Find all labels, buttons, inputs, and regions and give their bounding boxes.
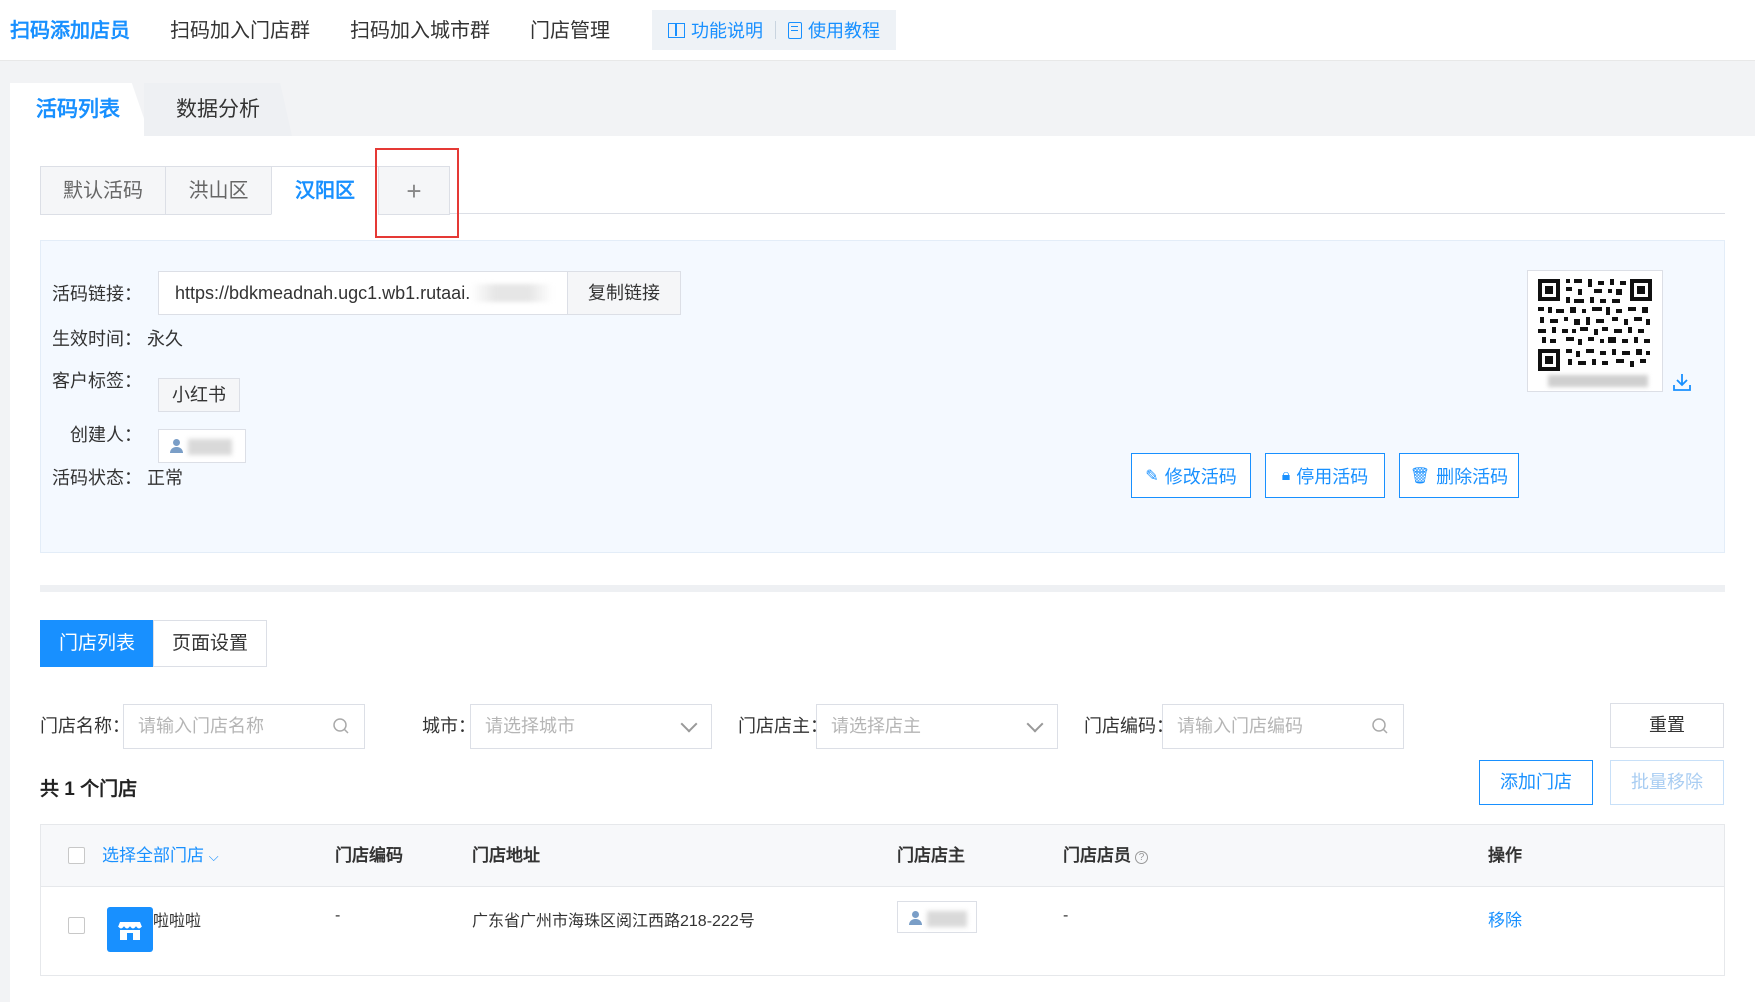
select-all-checkbox[interactable]: [68, 847, 85, 864]
edit-code-button[interactable]: ✎ 修改活码: [1131, 453, 1251, 498]
nav-store-management[interactable]: 门店管理: [530, 0, 610, 61]
search-icon: [333, 718, 349, 734]
row-checkbox[interactable]: [68, 917, 85, 934]
feature-description-button[interactable]: 功能说明: [668, 17, 763, 43]
storefront-icon: [117, 922, 143, 940]
edit-code-label: 修改活码: [1164, 466, 1237, 487]
tab-data-analysis[interactable]: 数据分析: [144, 83, 292, 136]
section-divider: [40, 585, 1725, 592]
link-redaction: [471, 284, 553, 302]
tab-page-settings[interactable]: 页面设置: [153, 620, 267, 667]
chevron-down-icon: [680, 715, 698, 733]
help-divider: [775, 21, 776, 39]
delete-code-button[interactable]: 🗑︎ 删除活码: [1399, 453, 1519, 498]
chevron-down-icon: ⌵: [208, 849, 219, 864]
person-icon: [909, 911, 922, 925]
customer-tag: 小红书: [158, 378, 240, 412]
nav-scan-join-store-group[interactable]: 扫码加入门店群: [170, 0, 310, 61]
code-tab-hongshan[interactable]: 洪山区: [165, 166, 272, 215]
qr-code: [1527, 270, 1663, 392]
customer-tag-label: 客户标签：: [52, 371, 142, 391]
tutorial-button[interactable]: 使用教程: [788, 17, 880, 43]
creator-name-redaction: [188, 439, 232, 455]
code-tab-default[interactable]: 默认活码: [40, 166, 166, 215]
code-link-value: https://bdkmeadnah.ugc1.wb1.rutaai.: [175, 283, 471, 303]
store-table: 选择全部门店 ⌵ 门店编码 门店地址 门店店主 门店店员? 操作 啦啦啦 - 广…: [40, 824, 1725, 976]
code-link-field[interactable]: https://bdkmeadnah.ugc1.wb1.rutaai.: [158, 271, 568, 315]
store-staff-value: -: [1063, 907, 1069, 924]
link-label: 活码链接：: [52, 284, 142, 304]
search-icon: [1372, 718, 1388, 734]
store-address-value: 广东省广州市海珠区阅江西路218-222号: [472, 913, 755, 930]
effective-time-value: 永久: [147, 329, 183, 349]
city-placeholder: 请选择城市: [485, 716, 575, 736]
code-tabs: 默认活码 洪山区 汉阳区 +: [40, 166, 1725, 215]
store-code-input[interactable]: 请输入门店编码: [1162, 704, 1404, 749]
pencil-icon: ✎: [1145, 467, 1159, 485]
sub-tabs: 活码列表 数据分析: [10, 83, 292, 136]
store-code-label: 门店编码：: [1084, 716, 1174, 736]
header-store-owner: 门店店主: [897, 846, 965, 865]
table-header: 选择全部门店 ⌵ 门店编码 门店地址 门店店主 门店店员? 操作: [41, 825, 1724, 887]
batch-remove-button[interactable]: 批量移除: [1610, 760, 1724, 805]
owner-name-redaction: [927, 911, 967, 927]
store-name-label: 门店名称：: [40, 716, 130, 736]
city-select[interactable]: 请选择城市: [470, 704, 712, 749]
feature-description-label: 功能说明: [691, 21, 763, 41]
nav-scan-add-staff[interactable]: 扫码添加店员: [10, 0, 130, 61]
help-group: 功能说明 使用教程: [652, 10, 896, 50]
store-name-placeholder: 请输入门店名称: [138, 716, 264, 736]
delete-code-label: 删除活码: [1436, 466, 1509, 487]
owner-select[interactable]: 请选择店主: [816, 704, 1058, 749]
header-store-staff: 门店店员?: [1063, 825, 1148, 887]
store-icon: [107, 907, 153, 952]
reset-button[interactable]: 重置: [1610, 703, 1724, 748]
top-nav: 扫码添加店员 扫码加入门店群 扫码加入城市群 门店管理 功能说明 使用教程: [0, 0, 1755, 61]
qr-caption-redaction: [1548, 375, 1648, 387]
tutorial-label: 使用教程: [808, 21, 880, 41]
main-panel: 默认活码 洪山区 汉阳区 + 活码链接： https://bdkmeadnah.…: [10, 136, 1755, 1002]
download-icon[interactable]: [1671, 371, 1693, 393]
effective-time-label: 生效时间：: [52, 329, 142, 349]
select-all-stores-dropdown[interactable]: 选择全部门店 ⌵: [102, 825, 219, 888]
store-code-placeholder: 请输入门店编码: [1177, 716, 1303, 736]
add-code-tab-button[interactable]: +: [378, 166, 450, 215]
trash-icon: 🗑︎: [1409, 467, 1431, 485]
owner-label: 门店店主：: [738, 716, 828, 736]
header-store-staff-label: 门店店员: [1063, 846, 1131, 865]
book-icon: [668, 22, 685, 38]
copy-link-button[interactable]: 复制链接: [567, 271, 681, 315]
owner-placeholder: 请选择店主: [831, 716, 921, 736]
nav-scan-join-city-group[interactable]: 扫码加入城市群: [350, 0, 490, 61]
question-icon[interactable]: ?: [1135, 851, 1148, 864]
disable-code-label: 停用活码: [1296, 466, 1369, 487]
person-icon: [170, 439, 183, 453]
store-name[interactable]: 啦啦啦: [153, 907, 201, 931]
add-store-button[interactable]: 添加门店: [1479, 760, 1593, 805]
chevron-down-icon: [1026, 715, 1044, 733]
code-tab-hanyang[interactable]: 汉阳区: [271, 166, 379, 215]
code-info-card: 活码链接： https://bdkmeadnah.ugc1.wb1.rutaai…: [40, 240, 1725, 553]
select-all-label: 选择全部门店: [102, 846, 204, 865]
header-operations: 操作: [1488, 846, 1522, 865]
tab-store-list[interactable]: 门店列表: [40, 620, 154, 667]
qr-code-graphic: [1536, 277, 1654, 373]
status-value: 正常: [147, 468, 183, 488]
creator-label: 创建人：: [70, 425, 142, 445]
store-code-value: -: [335, 907, 341, 924]
header-store-code: 门店编码: [335, 846, 403, 865]
remove-store-link[interactable]: 移除: [1488, 906, 1522, 931]
document-icon: [788, 21, 802, 39]
city-label: 城市：: [422, 716, 476, 736]
store-count: 共 1 个门店: [40, 779, 138, 800]
store-name-input[interactable]: 请输入门店名称: [123, 704, 365, 749]
lock-icon: 🔒︎: [1281, 466, 1291, 484]
store-owner-chip: [897, 901, 977, 933]
tab-code-list[interactable]: 活码列表: [10, 83, 150, 136]
disable-code-button[interactable]: 🔒︎ 停用活码: [1265, 453, 1385, 498]
creator-chip: [158, 429, 246, 463]
header-store-address: 门店地址: [472, 846, 540, 865]
status-label: 活码状态：: [52, 468, 142, 488]
